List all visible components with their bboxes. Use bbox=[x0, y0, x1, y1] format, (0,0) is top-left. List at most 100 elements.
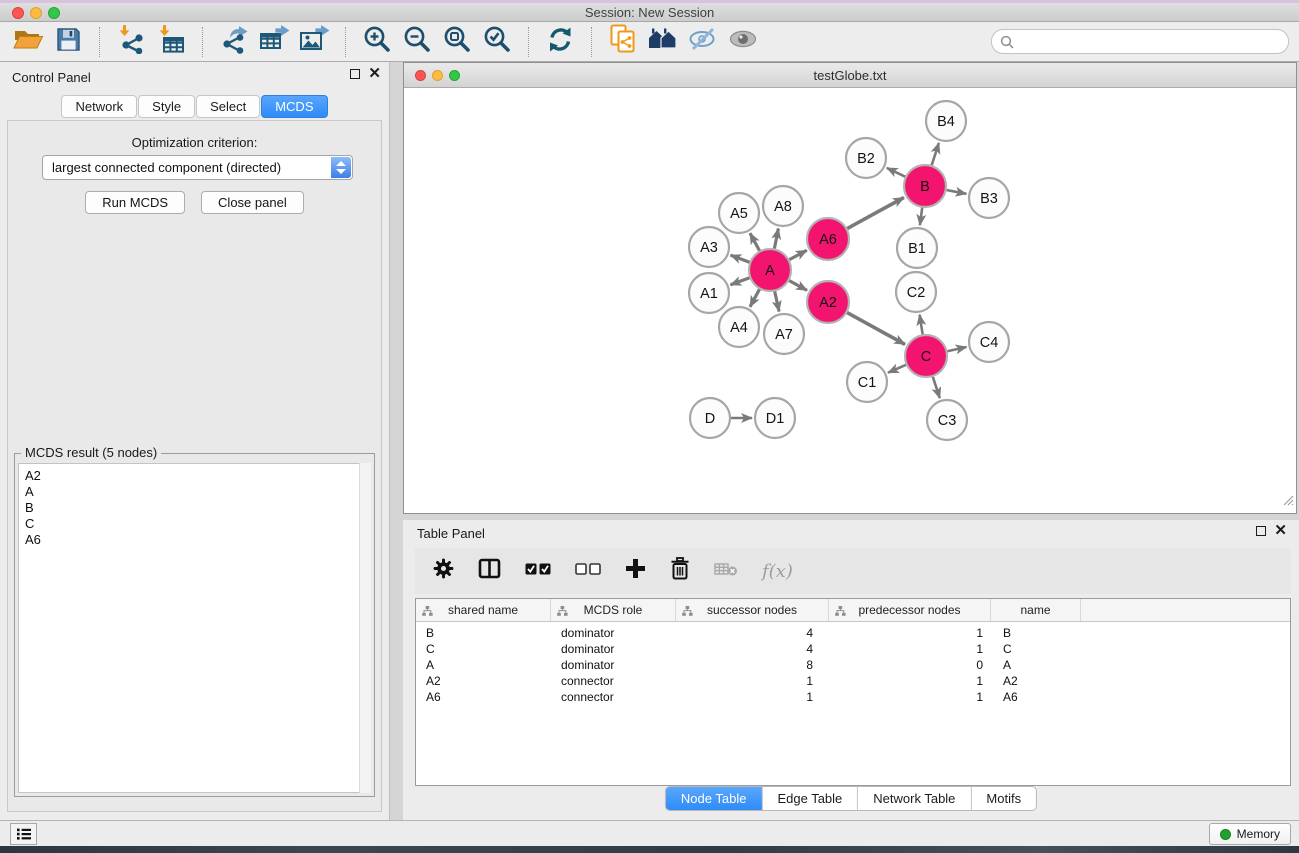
result-item-a2[interactable]: A2 bbox=[25, 468, 370, 484]
node-A7[interactable]: A7 bbox=[764, 314, 804, 354]
search-input[interactable] bbox=[1020, 31, 1280, 52]
column-header-successor-nodes[interactable]: successor nodes bbox=[676, 599, 829, 621]
node-A2[interactable]: A2 bbox=[807, 281, 849, 323]
edge-A-A1[interactable] bbox=[731, 277, 753, 285]
node-A8[interactable]: A8 bbox=[763, 186, 803, 226]
tab-mcds[interactable]: MCDS bbox=[261, 95, 327, 118]
add-column-button[interactable] bbox=[625, 558, 646, 584]
zoom-in-button[interactable] bbox=[359, 26, 395, 58]
edge-A-A3[interactable] bbox=[731, 255, 753, 263]
node-B2[interactable]: B2 bbox=[846, 138, 886, 178]
node-A3[interactable]: A3 bbox=[689, 227, 729, 267]
network-canvas[interactable]: B4 B2 B B3 A8A5 A6 A3 B1 A C2 A1 A2 A4A7 C4 C C1 D D1 C3 bbox=[404, 89, 1296, 513]
tab-network[interactable]: Network bbox=[61, 95, 137, 118]
edge-C-C2[interactable] bbox=[920, 315, 924, 338]
delete-table-button[interactable] bbox=[714, 561, 738, 582]
node-B[interactable]: B bbox=[904, 165, 946, 207]
open-session-button[interactable] bbox=[10, 26, 46, 58]
edge-A-A8[interactable] bbox=[774, 229, 779, 252]
table-settings-button[interactable] bbox=[433, 558, 454, 584]
run-mcds-button[interactable]: Run MCDS bbox=[85, 191, 185, 214]
control-panel-close-button[interactable]: ✕ bbox=[368, 69, 381, 79]
table-row[interactable]: Bdominator41B bbox=[416, 625, 1290, 641]
table-row[interactable]: A2connector11A2 bbox=[416, 673, 1290, 689]
close-panel-button[interactable]: Close panel bbox=[201, 191, 304, 214]
edge-A6-B[interactable] bbox=[845, 198, 904, 230]
function-builder-button[interactable]: f(x) bbox=[762, 561, 793, 582]
column-header-name[interactable]: name bbox=[991, 599, 1081, 621]
export-network-button[interactable] bbox=[216, 26, 252, 58]
node-A5[interactable]: A5 bbox=[719, 193, 759, 233]
node-C[interactable]: C bbox=[905, 335, 947, 377]
table-row[interactable]: A6connector11A6 bbox=[416, 689, 1290, 705]
save-session-button[interactable] bbox=[50, 26, 86, 58]
task-history-button[interactable] bbox=[10, 823, 37, 845]
edge-A-A5[interactable] bbox=[750, 233, 761, 253]
hide-selected-button[interactable] bbox=[685, 26, 721, 58]
result-item-c[interactable]: C bbox=[25, 516, 370, 532]
export-image-button[interactable] bbox=[296, 26, 332, 58]
edge-B-B4[interactable] bbox=[931, 143, 939, 168]
column-header-MCDS-role[interactable]: MCDS role bbox=[551, 599, 676, 621]
show-all-button[interactable] bbox=[725, 26, 761, 58]
refresh-layout-button[interactable] bbox=[542, 26, 578, 58]
node-B1[interactable]: B1 bbox=[897, 228, 937, 268]
tab-style[interactable]: Style bbox=[138, 95, 195, 118]
edge-A-A2[interactable] bbox=[787, 279, 807, 290]
edge-A-A6[interactable] bbox=[787, 250, 807, 261]
control-panel-float-button[interactable] bbox=[350, 69, 360, 79]
table-panel-float-button[interactable] bbox=[1256, 526, 1266, 536]
node-C4[interactable]: C4 bbox=[969, 322, 1009, 362]
zoom-out-icon bbox=[403, 25, 431, 58]
deselect-all-button[interactable] bbox=[575, 562, 601, 580]
column-header-predecessor-nodes[interactable]: predecessor nodes bbox=[829, 599, 991, 621]
tab-node-table[interactable]: Node Table bbox=[666, 787, 762, 810]
edge-A-A7[interactable] bbox=[774, 289, 779, 312]
criterion-select[interactable]: largest connected component (directed) bbox=[42, 155, 353, 180]
node-A[interactable]: A bbox=[749, 249, 791, 291]
memory-button[interactable]: Memory bbox=[1209, 823, 1291, 845]
tab-motifs[interactable]: Motifs bbox=[970, 787, 1036, 810]
node-A1[interactable]: A1 bbox=[689, 273, 729, 313]
home-button[interactable] bbox=[645, 26, 681, 58]
node-C3[interactable]: C3 bbox=[927, 400, 967, 440]
node-A6[interactable]: A6 bbox=[807, 218, 849, 260]
delete-column-button[interactable] bbox=[670, 557, 690, 585]
node-D[interactable]: D bbox=[690, 398, 730, 438]
edge-C-C1[interactable] bbox=[888, 364, 909, 373]
node-B4[interactable]: B4 bbox=[926, 101, 966, 141]
tab-select[interactable]: Select bbox=[196, 95, 260, 118]
edge-B-B2[interactable] bbox=[887, 168, 908, 178]
node-C1[interactable]: C1 bbox=[847, 362, 887, 402]
zoom-selected-button[interactable] bbox=[479, 26, 515, 58]
select-all-button[interactable] bbox=[525, 562, 551, 580]
zoom-fit-button[interactable] bbox=[439, 26, 475, 58]
result-list-scrollbar[interactable] bbox=[359, 463, 371, 793]
edge-A-A4[interactable] bbox=[750, 287, 761, 307]
mcds-result-list: A2ABCA6 bbox=[18, 463, 371, 793]
show-columns-button[interactable] bbox=[478, 558, 501, 584]
import-network-button[interactable] bbox=[113, 26, 149, 58]
tab-edge-table[interactable]: Edge Table bbox=[761, 787, 857, 810]
edge-A2-C[interactable] bbox=[845, 311, 905, 344]
export-table-button[interactable] bbox=[256, 26, 292, 58]
import-table-button[interactable] bbox=[153, 26, 189, 58]
result-item-a[interactable]: A bbox=[25, 484, 370, 500]
table-row[interactable]: Cdominator41C bbox=[416, 641, 1290, 657]
edge-C-C4[interactable] bbox=[945, 347, 967, 352]
table-row[interactable]: Adominator80A bbox=[416, 657, 1290, 673]
result-item-a6[interactable]: A6 bbox=[25, 532, 370, 548]
node-C2[interactable]: C2 bbox=[896, 272, 936, 312]
node-A4[interactable]: A4 bbox=[719, 307, 759, 347]
edge-C-C3[interactable] bbox=[932, 374, 940, 398]
node-B3[interactable]: B3 bbox=[969, 178, 1009, 218]
column-header-shared-name[interactable]: shared name bbox=[416, 599, 551, 621]
resize-grip[interactable] bbox=[1281, 493, 1294, 511]
result-item-b[interactable]: B bbox=[25, 500, 370, 516]
zoom-out-button[interactable] bbox=[399, 26, 435, 58]
table-panel-close-button[interactable]: ✕ bbox=[1274, 526, 1287, 536]
node-D1[interactable]: D1 bbox=[755, 398, 795, 438]
edge-B-B3[interactable] bbox=[944, 190, 967, 194]
tab-network-table[interactable]: Network Table bbox=[857, 787, 970, 810]
new-session-from-network-button[interactable] bbox=[605, 26, 641, 58]
